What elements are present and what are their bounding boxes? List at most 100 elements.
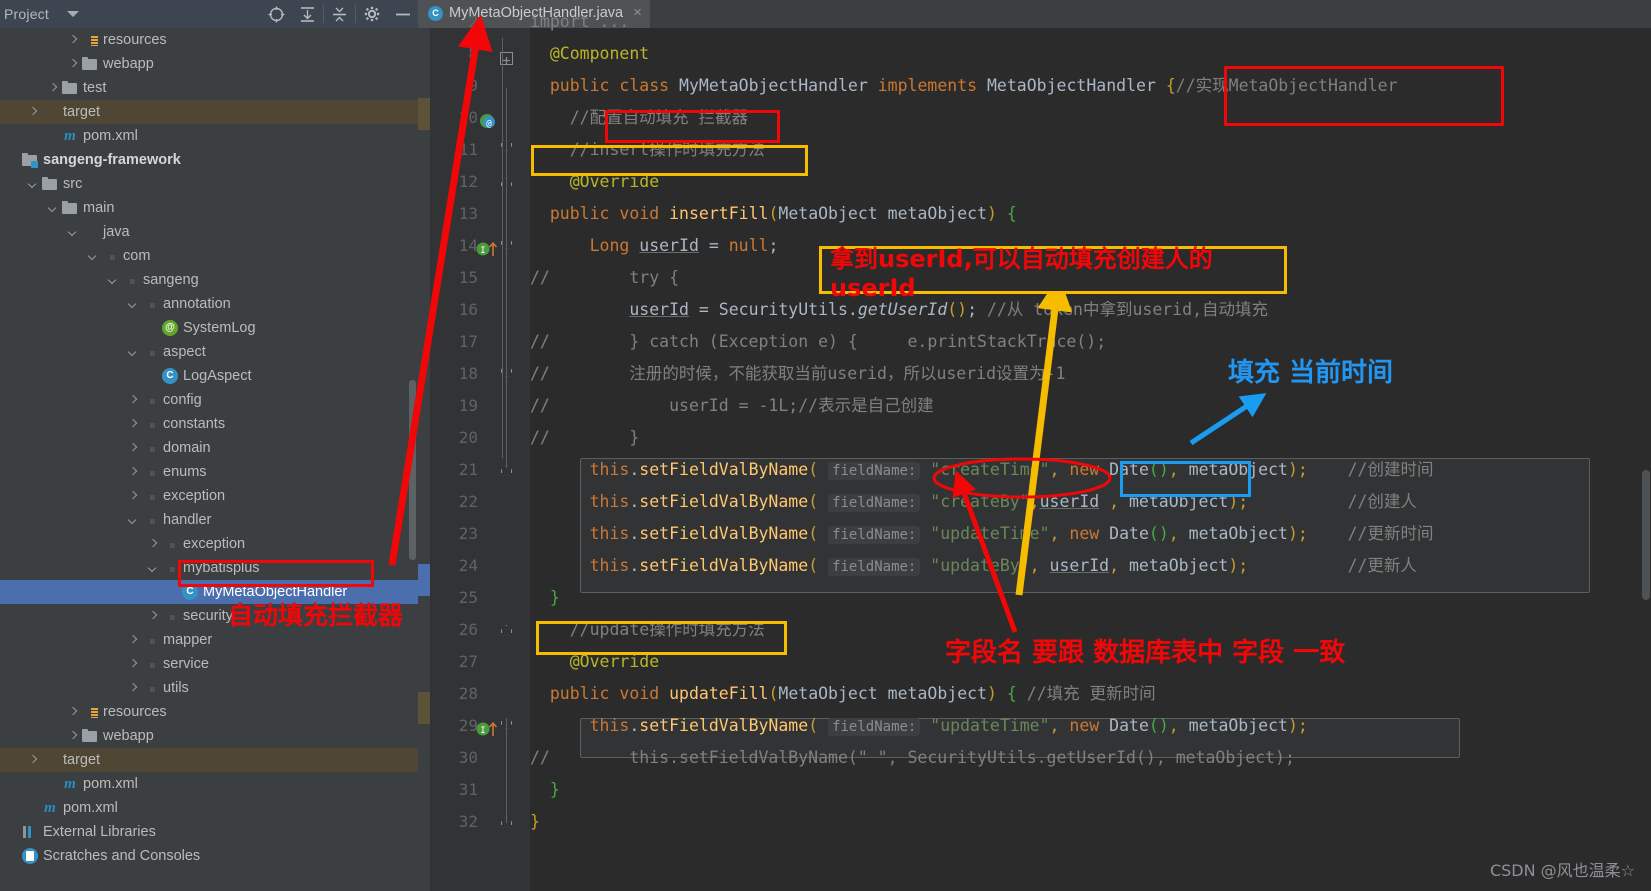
tree-item-java[interactable]: java: [0, 220, 418, 244]
tree-item-com[interactable]: com: [0, 244, 418, 268]
package-folder-icon: [142, 680, 158, 696]
chevron-right-icon[interactable]: [128, 443, 139, 454]
tree-item-systemlog[interactable]: @ SystemLog: [0, 316, 418, 340]
module-icon: [22, 152, 38, 168]
code-line[interactable]: this.setFieldValByName( fieldName: "upda…: [530, 518, 1651, 550]
code-line[interactable]: public void updateFill(MetaObject metaOb…: [530, 678, 1651, 710]
sidebar-scrollbar-thumb-upper[interactable]: [409, 380, 416, 560]
code-line[interactable]: this.setFieldValByName( fieldName: "upda…: [530, 550, 1651, 582]
code-line[interactable]: this.setFieldValByName( fieldName: "crea…: [530, 486, 1651, 518]
collapse-all-icon[interactable]: [324, 0, 355, 28]
minimize-icon[interactable]: [387, 0, 418, 28]
editor-scrollbar-thumb[interactable]: [1642, 470, 1650, 600]
maven-file-icon: m: [64, 776, 76, 792]
svg-text:@: @: [486, 119, 492, 129]
tree-item-pom-xml[interactable]: m pom.xml: [0, 796, 418, 820]
tree-item-webapp[interactable]: webapp: [0, 724, 418, 748]
chevron-right-icon[interactable]: [128, 635, 139, 646]
code-line[interactable]: public void insertFill(MetaObject metaOb…: [530, 198, 1651, 230]
tree-item-annotation[interactable]: annotation: [0, 292, 418, 316]
tree-item-config[interactable]: config: [0, 388, 418, 412]
package-folder-icon: [162, 536, 178, 552]
locate-icon[interactable]: [261, 0, 292, 28]
chevron-right-icon[interactable]: [28, 107, 39, 118]
chevron-right-icon[interactable]: [148, 539, 159, 550]
tree-item-main[interactable]: main: [0, 196, 418, 220]
folder-icon: [62, 80, 78, 96]
tree-item-resources[interactable]: resources: [0, 28, 418, 52]
chevron-right-icon[interactable]: [128, 395, 139, 406]
code-line[interactable]: // } catch (Exception e) { e.printStackT…: [530, 326, 1651, 358]
tree-item-webapp[interactable]: webapp: [0, 52, 418, 76]
chevron-down-icon[interactable]: [108, 275, 119, 286]
chevron-right-icon[interactable]: [68, 731, 79, 742]
autofill-interceptor-note: 自动填充拦截器: [228, 601, 404, 630]
tree-item-service[interactable]: service: [0, 652, 418, 676]
code-line[interactable]: // 注册的时候，不能获取当前userid，所以userid设置为-1: [530, 358, 1651, 390]
code-line[interactable]: }: [530, 582, 1651, 614]
tree-item-test[interactable]: test: [0, 76, 418, 100]
project-panel-title: Project: [4, 6, 49, 22]
chevron-right-icon[interactable]: [128, 659, 139, 670]
chevron-down-icon[interactable]: [28, 179, 39, 190]
code-line[interactable]: this.setFieldValByName( fieldName: "upda…: [530, 710, 1651, 742]
implementing-method-icon[interactable]: I: [476, 240, 498, 258]
implementing-method-icon[interactable]: I: [476, 720, 498, 738]
project-panel-header: Project: [0, 0, 418, 28]
tree-item-sangeng[interactable]: sangeng: [0, 268, 418, 292]
code-line[interactable]: }: [530, 806, 1651, 838]
line-number: 25: [458, 588, 478, 607]
tree-item-domain[interactable]: domain: [0, 436, 418, 460]
tree-item-exception[interactable]: exception: [0, 532, 418, 556]
tree-item-aspect[interactable]: aspect: [0, 340, 418, 364]
tree-item-external-libraries[interactable]: External Libraries: [0, 820, 418, 844]
chevron-down-icon[interactable]: [128, 515, 139, 526]
chevron-right-icon[interactable]: [48, 83, 59, 94]
tree-item-label: src: [63, 176, 83, 192]
tree-item-logaspect[interactable]: C LogAspect: [0, 364, 418, 388]
tree-item-exception[interactable]: exception: [0, 484, 418, 508]
tree-item-constants[interactable]: constants: [0, 412, 418, 436]
chevron-right-icon[interactable]: [128, 419, 139, 430]
chevron-down-icon[interactable]: [128, 347, 139, 358]
chevron-right-icon[interactable]: [128, 491, 139, 502]
chevron-down-icon[interactable]: [66, 11, 79, 17]
chevron-down-icon[interactable]: [148, 563, 159, 574]
chevron-down-icon[interactable]: [68, 227, 79, 238]
chevron-right-icon[interactable]: [128, 467, 139, 478]
code-line[interactable]: // }: [530, 422, 1651, 454]
chevron-right-icon[interactable]: [68, 35, 79, 46]
chevron-down-icon[interactable]: [48, 203, 59, 214]
code-line[interactable]: // this.setFieldValByName(" ", SecurityU…: [530, 742, 1651, 774]
code-line[interactable]: }: [530, 774, 1651, 806]
chevron-down-icon[interactable]: [88, 251, 99, 262]
expand-all-icon[interactable]: [292, 0, 323, 28]
tree-item-label: security: [183, 608, 233, 624]
tree-item-enums[interactable]: enums: [0, 460, 418, 484]
gear-icon[interactable]: [356, 0, 387, 28]
chevron-right-icon[interactable]: [128, 683, 139, 694]
tree-item-utils[interactable]: utils: [0, 676, 418, 700]
tree-item-scratches-and-consoles[interactable]: Scratches and Consoles: [0, 844, 418, 868]
chevron-right-icon[interactable]: [68, 59, 79, 70]
code-fold-expand-icon[interactable]: [501, 625, 512, 633]
code-line[interactable]: this.setFieldValByName( fieldName: "crea…: [530, 454, 1651, 486]
tree-item-pom-xml[interactable]: m pom.xml: [0, 124, 418, 148]
code-line[interactable]: import ...: [530, 6, 1651, 38]
tree-item-target[interactable]: target: [0, 100, 418, 124]
tree-item-resources[interactable]: resources: [0, 700, 418, 724]
project-tree[interactable]: resources webapp test target m pom.xml sangeng…: [0, 28, 418, 891]
code-line[interactable]: // userId = -1L;//表示是自己创建: [530, 390, 1651, 422]
chevron-right-icon[interactable]: [148, 611, 159, 622]
no-arrow-spacer: [48, 131, 59, 142]
chevron-right-icon[interactable]: [28, 755, 39, 766]
tree-item-sangeng-framework[interactable]: sangeng-framework: [0, 148, 418, 172]
bean-gutter-icon[interactable]: @: [478, 112, 500, 130]
tree-item-pom-xml[interactable]: m pom.xml: [0, 772, 418, 796]
chevron-right-icon[interactable]: [68, 707, 79, 718]
tree-item-handler[interactable]: handler: [0, 508, 418, 532]
tree-item-src[interactable]: src: [0, 172, 418, 196]
tree-item-target[interactable]: target: [0, 748, 418, 772]
chevron-down-icon[interactable]: [128, 299, 139, 310]
tree-item-label: target: [63, 752, 101, 768]
